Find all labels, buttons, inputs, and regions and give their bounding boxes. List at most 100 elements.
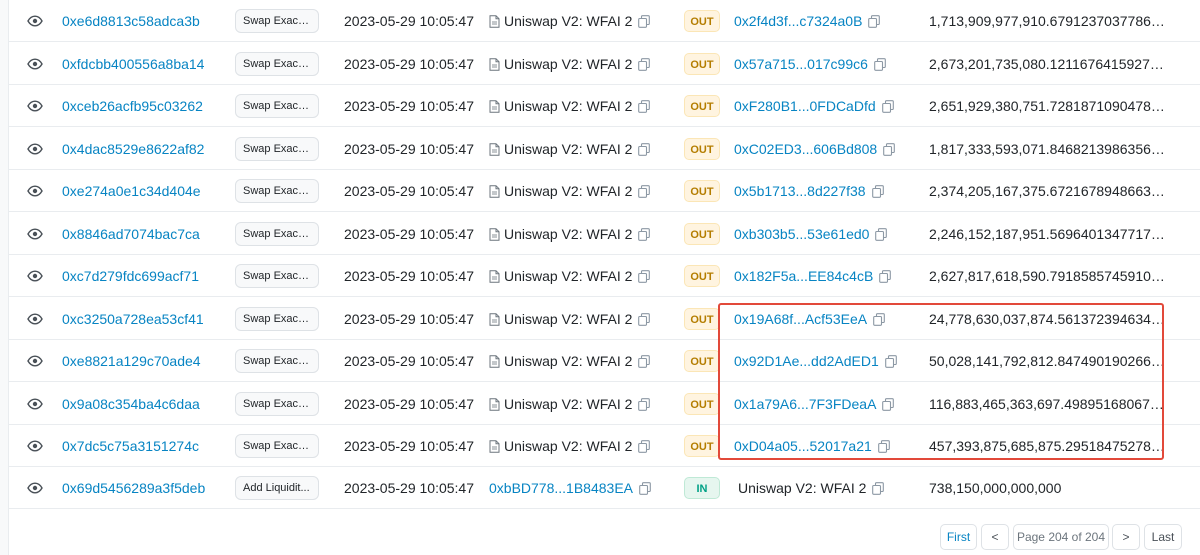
copy-icon[interactable] xyxy=(632,57,651,71)
copy-icon[interactable] xyxy=(632,397,651,411)
copy-icon[interactable] xyxy=(868,57,886,71)
tx-hash-link[interactable]: 0xe6d8813c58adca3b xyxy=(62,0,222,42)
from-address[interactable]: Uniswap V2: WFAI 2 xyxy=(489,85,651,127)
copy-icon[interactable] xyxy=(866,481,885,495)
to-address[interactable]: 0x5b1713...8d227f38 xyxy=(734,170,884,212)
from-address[interactable]: Uniswap V2: WFAI 2 xyxy=(489,43,651,85)
eye-icon[interactable] xyxy=(24,43,46,85)
to-address[interactable]: 0x182F5a...EE84c4cB xyxy=(734,255,892,297)
to-address[interactable]: 0xD04a05...52017a21 xyxy=(734,425,890,467)
from-address[interactable]: Uniswap V2: WFAI 2 xyxy=(489,170,651,212)
copy-icon[interactable] xyxy=(632,439,651,453)
copy-icon[interactable] xyxy=(633,481,651,495)
timestamp: 2023-05-29 10:05:47 xyxy=(344,311,474,327)
copy-icon[interactable] xyxy=(873,269,892,283)
to-address[interactable]: 0x19A68f...Acf53EeA xyxy=(734,298,885,340)
copy-icon[interactable] xyxy=(632,142,651,156)
copy-icon[interactable] xyxy=(872,439,890,453)
table-row: 0x69d5456289a3f5deb Add Liquidit... 2023-0… xyxy=(9,467,1200,509)
from-address[interactable]: 0xbBD778...1B8483EA xyxy=(489,467,651,509)
direction-badge: OUT xyxy=(684,170,720,212)
to-address[interactable]: 0x1a79A6...7F3FDeaA xyxy=(734,383,895,425)
method-badge: Swap Exact ... xyxy=(235,43,319,85)
tx-hash-link[interactable]: 0xe274a0e1c34d404e xyxy=(62,170,222,212)
eye-icon[interactable] xyxy=(24,85,46,127)
eye-icon[interactable] xyxy=(24,298,46,340)
from-address[interactable]: Uniswap V2: WFAI 2 xyxy=(489,0,651,42)
method-badge: Swap Exact ... xyxy=(235,170,319,212)
eye-icon[interactable] xyxy=(24,425,46,467)
from-address[interactable]: Uniswap V2: WFAI 2 xyxy=(489,298,651,340)
copy-icon[interactable] xyxy=(866,184,884,198)
table-row: 0xc3250a728ea53cf41 Swap Exact ... 2023-05… xyxy=(9,298,1200,340)
copy-icon[interactable] xyxy=(876,99,894,113)
to-address[interactable]: 0x2f4d3f...c7324a0B xyxy=(734,0,881,42)
copy-icon[interactable] xyxy=(867,312,885,326)
eye-icon[interactable] xyxy=(24,213,46,255)
method-badge: Add Liquidit... xyxy=(235,467,319,509)
tx-hash-link[interactable]: 0x4dac8529e8622af82 xyxy=(62,128,222,170)
contract-doc-icon xyxy=(489,354,504,368)
from-address[interactable]: Uniswap V2: WFAI 2 xyxy=(489,213,651,255)
copy-icon[interactable] xyxy=(632,312,651,326)
copy-icon[interactable] xyxy=(632,99,651,113)
copy-icon[interactable] xyxy=(877,142,896,156)
from-address[interactable]: Uniswap V2: WFAI 2 xyxy=(489,383,651,425)
tx-hash-link[interactable]: 0xe8821a129c70ade4 xyxy=(62,340,222,382)
method-badge: Swap Exact ... xyxy=(235,425,319,467)
from-address[interactable]: Uniswap V2: WFAI 2 xyxy=(489,255,651,297)
first-page-button[interactable]: First xyxy=(940,524,977,550)
copy-icon[interactable] xyxy=(632,354,651,368)
tx-hash-link[interactable]: 0xc3250a728ea53cf41 xyxy=(62,298,222,340)
eye-icon[interactable] xyxy=(24,0,46,42)
from-address[interactable]: Uniswap V2: WFAI 2 xyxy=(489,340,651,382)
quantity-value: 50,028,141,792,812.847490190266816... xyxy=(929,353,1169,369)
eye-icon[interactable] xyxy=(24,170,46,212)
tx-hash-link[interactable]: 0x9a08c354ba4c6daa xyxy=(62,383,222,425)
eye-icon[interactable] xyxy=(24,128,46,170)
timestamp: 2023-05-29 10:05:47 xyxy=(344,353,474,369)
direction-badge: OUT xyxy=(684,0,720,42)
table-row: 0xe6d8813c58adca3b Swap Exact ... 2023-05-… xyxy=(9,0,1200,42)
timestamp: 2023-05-29 10:05:47 xyxy=(344,98,474,114)
copy-icon[interactable] xyxy=(632,14,651,28)
method-badge: Swap Exact ... xyxy=(235,383,319,425)
eye-icon[interactable] xyxy=(24,383,46,425)
copy-icon[interactable] xyxy=(632,269,651,283)
to-address[interactable]: 0x57a715...017c99c6 xyxy=(734,43,886,85)
to-address[interactable]: 0xC02ED3...606Bd808 xyxy=(734,128,896,170)
next-page-button[interactable]: > xyxy=(1112,524,1140,550)
tx-hash-link[interactable]: 0xc7d279fdc699acf71 xyxy=(62,255,222,297)
to-address[interactable]: 0x92D1Ae...dd2AdED1 xyxy=(734,340,897,382)
to-address[interactable]: Uniswap V2: WFAI 2 xyxy=(734,467,885,509)
to-address[interactable]: 0xF280B1...0FDCaDfd xyxy=(734,85,894,127)
eye-icon[interactable] xyxy=(24,255,46,297)
copy-icon[interactable] xyxy=(879,354,897,368)
eye-icon[interactable] xyxy=(24,340,46,382)
copy-icon[interactable] xyxy=(876,397,895,411)
tx-hash-link[interactable]: 0xfdcbb400556a8ba14 xyxy=(62,43,222,85)
contract-doc-icon xyxy=(489,439,504,453)
copy-icon[interactable] xyxy=(869,227,888,241)
tx-hash-link[interactable]: 0x69d5456289a3f5deb xyxy=(62,467,222,509)
to-address[interactable]: 0xb303b5...53e61ed0 xyxy=(734,213,888,255)
contract-doc-icon xyxy=(489,99,504,113)
tx-hash-link[interactable]: 0xceb26acfb95c03262 xyxy=(62,85,222,127)
quantity-value: 457,393,875,685,875.29518475278853... xyxy=(929,438,1169,454)
last-page-button[interactable]: Last xyxy=(1144,524,1182,550)
prev-page-button[interactable]: < xyxy=(981,524,1009,550)
tx-hash-link[interactable]: 0x8846ad7074bac7ca xyxy=(62,213,222,255)
from-address[interactable]: Uniswap V2: WFAI 2 xyxy=(489,128,651,170)
copy-icon[interactable] xyxy=(862,14,881,28)
copy-icon[interactable] xyxy=(632,184,651,198)
table-row: 0x4dac8529e8622af82 Swap Exact ... 2023-05… xyxy=(9,128,1200,170)
eye-icon[interactable] xyxy=(24,467,46,509)
copy-icon[interactable] xyxy=(632,227,651,241)
timestamp: 2023-05-29 10:05:47 xyxy=(344,438,474,454)
from-address[interactable]: Uniswap V2: WFAI 2 xyxy=(489,425,651,467)
quantity-value: 2,673,201,735,080.12116764159276043 xyxy=(929,56,1169,72)
table-row: 0xe8821a129c70ade4 Swap Exact ... 2023-05-… xyxy=(9,340,1200,382)
quantity-value: 2,246,152,187,951.5696401347717819... xyxy=(929,226,1169,242)
token-transfers-table: 0xe6d8813c58adca3b Swap Exact ... 2023-05-… xyxy=(8,0,1200,555)
tx-hash-link[interactable]: 0x7dc5c75a3151274c xyxy=(62,425,222,467)
